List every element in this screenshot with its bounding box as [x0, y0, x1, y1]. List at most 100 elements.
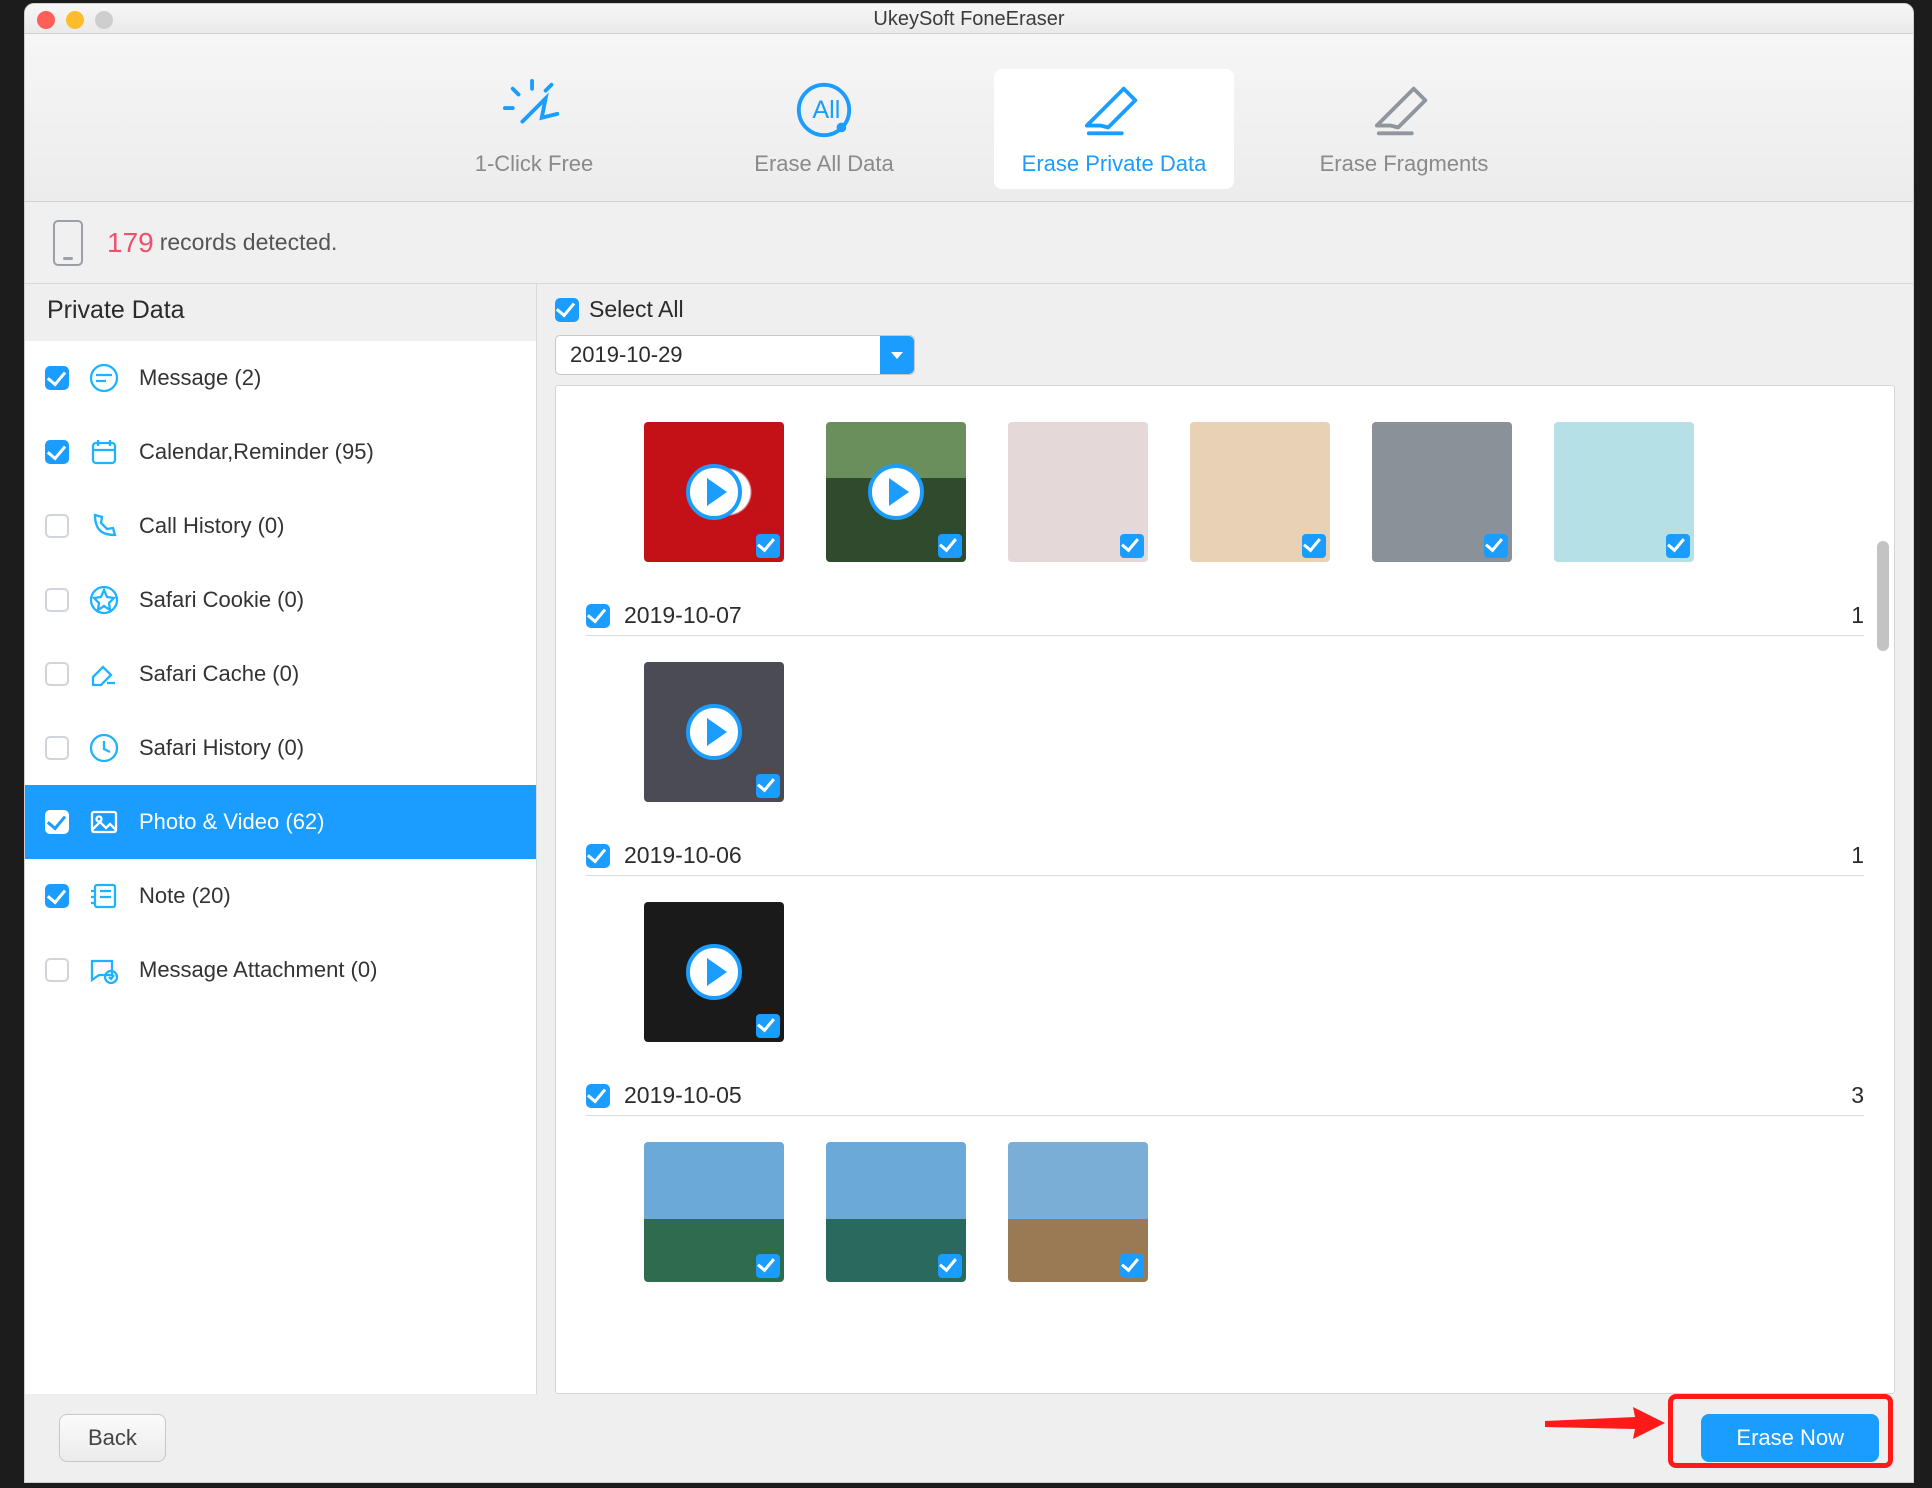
- category-label: Note (20): [139, 883, 231, 909]
- scrollbar[interactable]: [1877, 541, 1889, 651]
- category-list: Message (2) Calendar,Reminder (95)Call Hi…: [25, 341, 536, 1394]
- category-checkbox[interactable]: [45, 440, 69, 464]
- record-count: 179: [107, 227, 154, 259]
- category-checkbox[interactable]: [45, 514, 69, 538]
- category-icon: [87, 435, 121, 469]
- select-all[interactable]: Select All: [555, 296, 1895, 323]
- sidebar-item[interactable]: Safari Cookie (0): [25, 563, 536, 637]
- dropdown-toggle-icon[interactable]: [880, 336, 914, 374]
- group-checkbox[interactable]: [586, 1084, 610, 1108]
- tab-label: 1-Click Free: [414, 151, 654, 177]
- category-label: Message (2): [139, 365, 261, 391]
- back-button[interactable]: Back: [59, 1414, 166, 1462]
- maximize-icon[interactable]: [95, 11, 113, 29]
- group-count: 1: [1851, 842, 1864, 869]
- sidebar-item[interactable]: Message (2): [25, 341, 536, 415]
- thumbnail[interactable]: [644, 902, 784, 1042]
- annotation-highlight: [1668, 1394, 1893, 1468]
- back-label: Back: [88, 1425, 137, 1451]
- sidebar-item[interactable]: Safari History (0): [25, 711, 536, 785]
- thumbnail[interactable]: [1008, 1142, 1148, 1282]
- sidebar-item[interactable]: Message Attachment (0): [25, 933, 536, 1007]
- traffic-lights: [37, 11, 113, 29]
- category-icon: [87, 361, 121, 395]
- sidebar-item[interactable]: Calendar,Reminder (95): [25, 415, 536, 489]
- thumb-checkbox[interactable]: [938, 534, 962, 558]
- category-icon: [87, 879, 121, 913]
- thumb-checkbox[interactable]: [756, 774, 780, 798]
- sidebar-title: Private Data: [25, 284, 536, 341]
- thumbnail[interactable]: [644, 422, 784, 562]
- thumb-checkbox[interactable]: [756, 1014, 780, 1038]
- category-icon: [87, 731, 121, 765]
- thumb-checkbox[interactable]: [1120, 1254, 1144, 1278]
- main-panel: Select All 2019-10-29 2019-10-0712019-10…: [537, 284, 1913, 1394]
- status-bar: 179 records detected.: [25, 202, 1913, 284]
- category-label: Safari Cache (0): [139, 661, 299, 687]
- minimize-icon[interactable]: [66, 11, 84, 29]
- tab-erase-private[interactable]: Erase Private Data: [994, 69, 1234, 189]
- group-header[interactable]: 2019-10-06 1: [586, 826, 1864, 876]
- thumbnail[interactable]: [1372, 422, 1512, 562]
- tab-label: Erase Fragments: [1284, 151, 1524, 177]
- tab-label: Erase All Data: [704, 151, 944, 177]
- thumbnail[interactable]: [1554, 422, 1694, 562]
- category-label: Message Attachment (0): [139, 957, 377, 983]
- toolbar: 1-Click Free All Erase All Data Erase Pr…: [25, 34, 1913, 202]
- thumbnail-row: [586, 636, 1864, 806]
- thumbnail[interactable]: [644, 1142, 784, 1282]
- category-checkbox[interactable]: [45, 736, 69, 760]
- thumb-checkbox[interactable]: [756, 534, 780, 558]
- group-count: 3: [1851, 1082, 1864, 1109]
- sidebar-item[interactable]: Safari Cache (0): [25, 637, 536, 711]
- category-checkbox[interactable]: [45, 884, 69, 908]
- group-header[interactable]: 2019-10-053: [586, 1066, 1864, 1116]
- select-all-checkbox[interactable]: [555, 298, 579, 322]
- thumbnail[interactable]: [1190, 422, 1330, 562]
- tab-1-click-free[interactable]: 1-Click Free: [414, 69, 654, 189]
- group-date: 2019-10-06: [624, 842, 742, 869]
- group-header[interactable]: 2019-10-071: [586, 586, 1864, 636]
- status-text: records detected.: [160, 229, 338, 256]
- thumb-checkbox[interactable]: [1302, 534, 1326, 558]
- sidebar-item[interactable]: Note (20): [25, 859, 536, 933]
- close-icon[interactable]: [37, 11, 55, 29]
- thumbnail[interactable]: [1008, 422, 1148, 562]
- sidebar-item[interactable]: Call History (0): [25, 489, 536, 563]
- app-window: UkeySoft FoneEraser 1-Click Free All Era…: [24, 3, 1914, 1483]
- erase-fragments-icon: [1284, 79, 1524, 141]
- play-icon: [686, 464, 742, 520]
- thumbnail-row: [586, 1116, 1864, 1286]
- date-filter-select[interactable]: 2019-10-29: [555, 335, 915, 375]
- play-icon: [686, 944, 742, 1000]
- main-controls: Select All 2019-10-29: [537, 284, 1913, 385]
- gallery[interactable]: 2019-10-071 2019-10-06 1 2019-10-053: [555, 385, 1895, 1394]
- category-checkbox[interactable]: [45, 810, 69, 834]
- thumbnail-row: [586, 876, 1864, 1046]
- annotation-arrow-icon: [1545, 1403, 1665, 1448]
- category-checkbox[interactable]: [45, 958, 69, 982]
- thumb-checkbox[interactable]: [938, 1254, 962, 1278]
- tab-erase-all[interactable]: All Erase All Data: [704, 69, 944, 189]
- select-all-label: Select All: [589, 296, 684, 323]
- play-icon: [868, 464, 924, 520]
- category-label: Photo & Video (62): [139, 809, 325, 835]
- group-checkbox[interactable]: [586, 844, 610, 868]
- thumbnail[interactable]: [826, 1142, 966, 1282]
- group-checkbox[interactable]: [586, 604, 610, 628]
- thumb-checkbox[interactable]: [1484, 534, 1508, 558]
- thumbnail[interactable]: [826, 422, 966, 562]
- category-checkbox[interactable]: [45, 366, 69, 390]
- category-checkbox[interactable]: [45, 662, 69, 686]
- category-icon: [87, 805, 121, 839]
- thumb-checkbox[interactable]: [1120, 534, 1144, 558]
- thumb-checkbox[interactable]: [1666, 534, 1690, 558]
- category-checkbox[interactable]: [45, 588, 69, 612]
- sidebar-item[interactable]: Photo & Video (62): [25, 785, 536, 859]
- phone-icon: [53, 220, 83, 266]
- thumbnail[interactable]: [644, 662, 784, 802]
- svg-text:All: All: [812, 96, 840, 124]
- thumb-checkbox[interactable]: [756, 1254, 780, 1278]
- window-title: UkeySoft FoneEraser: [873, 8, 1064, 30]
- tab-erase-fragments[interactable]: Erase Fragments: [1284, 69, 1524, 189]
